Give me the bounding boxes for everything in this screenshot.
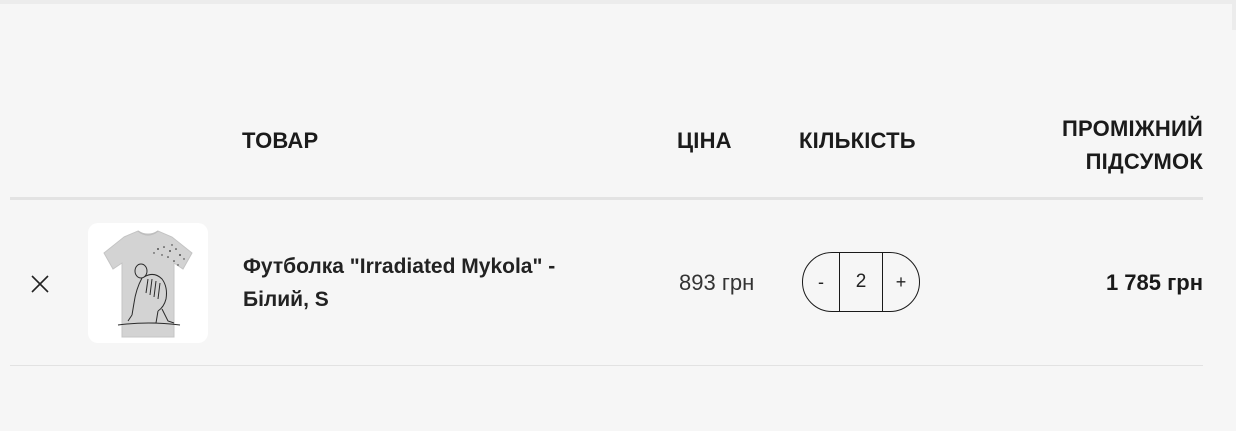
product-name-link[interactable]: Футболка "Irradiated Mykola" - Білий, S bbox=[243, 250, 663, 316]
decrease-quantity-button[interactable]: - bbox=[803, 253, 839, 311]
header-subtotal: ПРОМІЖНИЙ ПІДСУМОК bbox=[1003, 112, 1203, 178]
quantity-stepper: - 2 + bbox=[802, 252, 920, 312]
remove-item-button[interactable] bbox=[29, 273, 51, 295]
tshirt-skeleton-image bbox=[103, 230, 193, 338]
row-divider bbox=[10, 365, 1203, 366]
top-right-edge bbox=[1232, 0, 1236, 30]
cart-table: ТОВАР ЦІНА КІЛЬКІСТЬ ПРОМІЖНИЙ ПІДСУМОК bbox=[10, 0, 1203, 431]
header-divider bbox=[10, 197, 1203, 200]
close-icon bbox=[31, 275, 49, 293]
header-subtotal-line2: ПІДСУМОК bbox=[1085, 149, 1203, 174]
product-name-line1: Футболка "Irradiated Mykola" - bbox=[243, 255, 556, 278]
row-subtotal: 1 785 грн bbox=[1105, 270, 1203, 295]
header-price: ЦІНА bbox=[677, 128, 732, 153]
product-price: 893 грн bbox=[679, 270, 755, 295]
product-thumbnail[interactable] bbox=[88, 223, 208, 343]
quantity-input[interactable]: 2 bbox=[839, 253, 883, 311]
header-product: ТОВАР bbox=[242, 128, 319, 153]
header-quantity: КІЛЬКІСТЬ bbox=[799, 128, 916, 153]
header-subtotal-line1: ПРОМІЖНИЙ bbox=[1062, 116, 1203, 141]
increase-quantity-button[interactable]: + bbox=[883, 253, 919, 311]
product-name-line2: Білий, S bbox=[243, 288, 329, 311]
